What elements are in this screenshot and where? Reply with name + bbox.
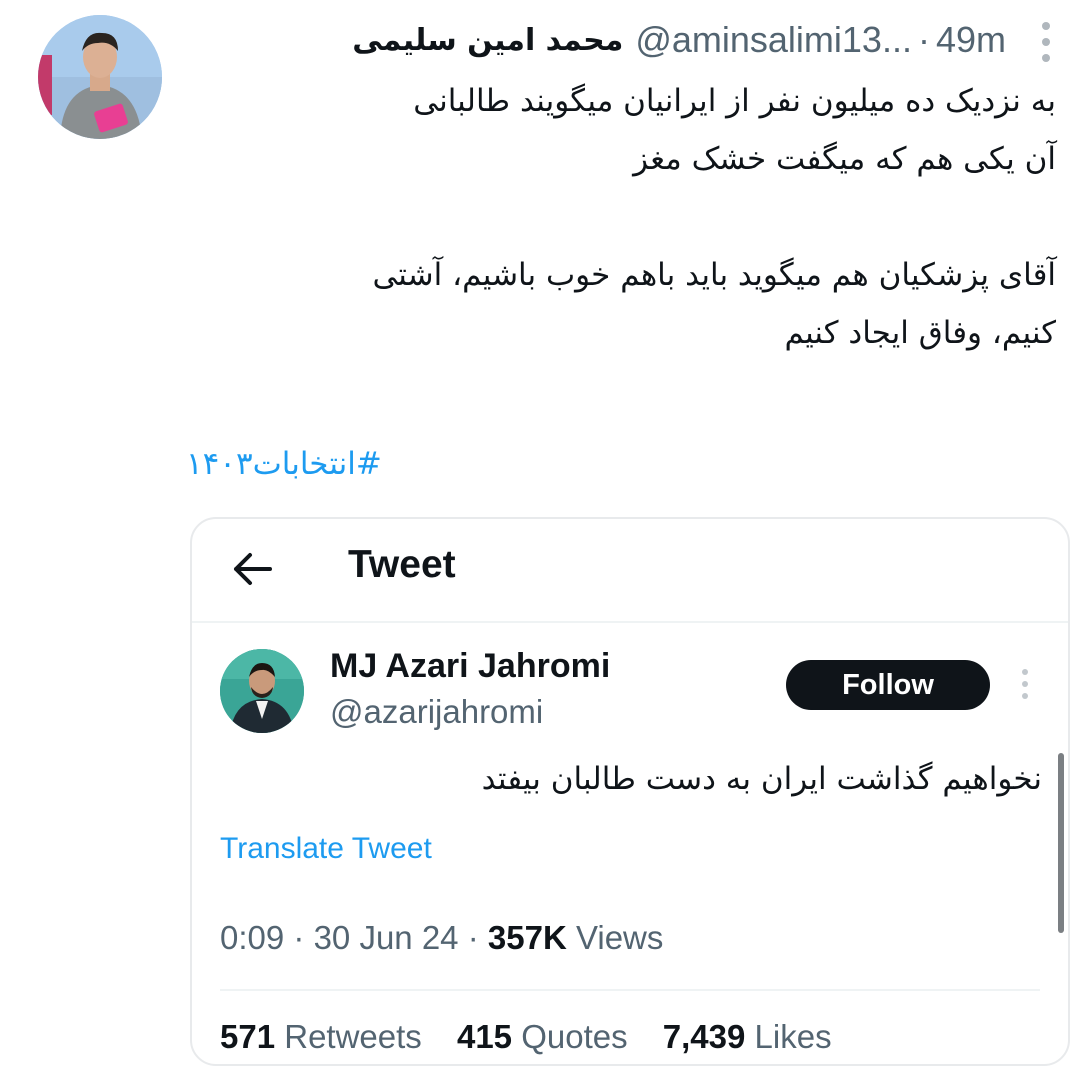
separator-dot: · — [917, 19, 930, 60]
retweets-label: Retweets — [284, 1018, 422, 1055]
hashtag-link[interactable]: #انتخابات۱۴۰۳ — [186, 436, 382, 492]
translate-tweet-link[interactable]: Translate Tweet — [220, 832, 432, 866]
page-title: Tweet — [348, 543, 456, 586]
tweet-text-line: آقای پزشکیان هم میگوید باید باهم خوب باش… — [372, 257, 1056, 293]
tweet-date[interactable]: 30 Jun 24 — [314, 919, 459, 956]
likes-stat[interactable]: 7,439 Likes — [663, 1018, 832, 1055]
divider — [220, 989, 1040, 991]
more-vertical-icon[interactable] — [1020, 669, 1030, 699]
tweet-meta: 0:09 · 30 Jun 24 · 357K Views — [220, 919, 663, 957]
retweets-count: 571 — [220, 1018, 276, 1055]
scrollbar[interactable] — [1058, 753, 1064, 933]
quotes-count: 415 — [456, 1018, 513, 1055]
avatar-image — [38, 15, 162, 139]
engagement-stats: 571 Retweets 415 Quotes 7,439 Likes — [220, 1018, 858, 1056]
avatar[interactable] — [38, 15, 162, 139]
tweet-time[interactable]: 0:09 — [220, 919, 284, 956]
quoted-author-avatar[interactable] — [220, 649, 304, 733]
tweet-text-paragraph-2: آقای پزشکیان هم میگوید باید باهم خوب باش… — [170, 246, 1056, 362]
screenshot: محمد امین سلیمی @aminsalimi13... · 49m ب… — [0, 0, 1090, 1080]
tweet-text-line: آن یکی هم که میگفت خشک مغز — [633, 141, 1056, 177]
follow-button[interactable]: Follow — [786, 660, 990, 710]
quotes-stat[interactable]: 415 Quotes — [457, 1018, 637, 1055]
avatar-image — [220, 649, 304, 733]
quoted-author-handle[interactable]: @azarijahromi — [330, 693, 543, 731]
likes-count: 7,439 — [662, 1018, 746, 1055]
arrow-left-icon[interactable] — [228, 547, 278, 591]
tweet-text-line: به نزدیک ده میلیون نفر از ایرانیان میگوی… — [413, 83, 1056, 119]
tweet-text-line: کنیم، وفاق ایجاد کنیم — [784, 315, 1056, 351]
likes-label: Likes — [754, 1018, 832, 1055]
separator-dot: · — [467, 919, 479, 956]
quotes-label: Quotes — [521, 1018, 628, 1055]
card-topbar: Tweet — [192, 519, 1068, 623]
quoted-tweet-card[interactable]: Tweet MJ Azari Jahromi @azarijahromi Fol… — [190, 517, 1070, 1066]
tweet-header: محمد امین سلیمی @aminsalimi13... · 49m — [186, 12, 1006, 68]
quoted-author-name[interactable]: MJ Azari Jahromi — [330, 647, 610, 686]
more-vertical-icon[interactable] — [1038, 22, 1054, 62]
views-count: 357K — [487, 919, 567, 956]
quoted-tweet-text: نخواهیم گذاشت ایران به دست طالبان بیفتد — [481, 761, 1042, 797]
timestamp[interactable]: 49m — [936, 19, 1006, 61]
author-name[interactable]: محمد امین سلیمی — [352, 23, 623, 58]
tweet-text-paragraph-1: به نزدیک ده میلیون نفر از ایرانیان میگوی… — [170, 72, 1056, 188]
views-label: Views — [575, 919, 664, 956]
separator-dot: · — [293, 919, 305, 956]
retweets-stat[interactable]: 571 Retweets — [220, 1018, 431, 1055]
author-handle[interactable]: @aminsalimi13... — [635, 19, 912, 61]
